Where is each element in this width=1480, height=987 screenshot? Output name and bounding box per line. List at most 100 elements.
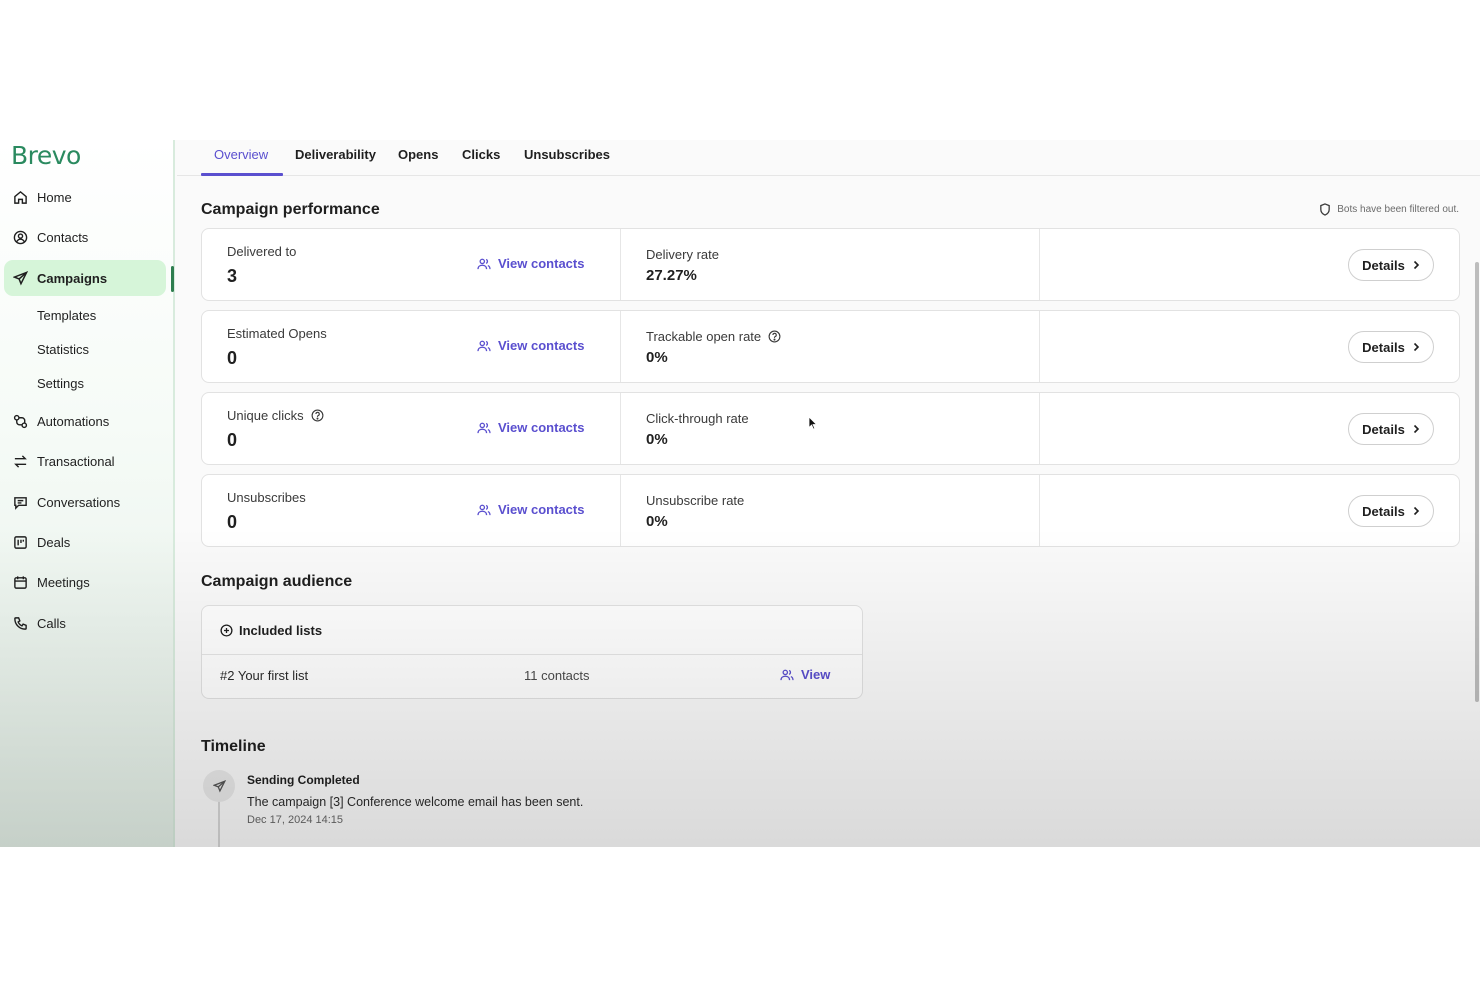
sidebar-subitem-settings[interactable]: Settings	[37, 376, 84, 391]
metric-label: Unsubscribes	[227, 490, 306, 505]
sidebar-subitem-templates[interactable]: Templates	[37, 308, 96, 323]
automations-icon	[12, 413, 29, 430]
contacts-icon	[12, 229, 29, 246]
sidebar-item-label: Calls	[37, 615, 66, 631]
details-button[interactable]: Details	[1348, 413, 1434, 445]
view-contacts-link[interactable]: View contacts	[477, 256, 584, 271]
timeline-line	[218, 800, 220, 847]
chevron-right-icon	[1413, 260, 1420, 270]
rate-label: Unsubscribe rate	[646, 493, 745, 508]
calendar-icon	[12, 574, 29, 591]
deals-icon	[12, 534, 29, 551]
sidebar-item-transactional[interactable]: Transactional	[4, 443, 166, 479]
users-icon	[477, 422, 491, 434]
plus-circle-icon	[220, 623, 233, 637]
sidebar: Brevo Home Contacts Campaigns Templates …	[0, 140, 175, 847]
sidebar-item-label: Home	[37, 189, 72, 205]
shield-icon	[1319, 203, 1331, 216]
sidebar-item-calls[interactable]: Calls	[4, 605, 166, 641]
chevron-right-icon	[1413, 342, 1420, 352]
list-count: 11 contacts	[524, 668, 590, 683]
tab-overview[interactable]: Overview	[214, 147, 268, 162]
sidebar-item-label: Transactional	[37, 453, 115, 469]
campaign-performance-title: Campaign performance	[201, 201, 380, 218]
list-item: #2 Your first list 11 contacts View	[202, 655, 862, 698]
sidebar-item-label: Contacts	[37, 229, 89, 245]
column-divider	[1039, 393, 1040, 464]
campaign-audience-title: Campaign audience	[201, 573, 353, 590]
rate-value: 0%	[646, 513, 668, 530]
view-contacts-link[interactable]: View contacts	[477, 420, 584, 435]
users-icon	[477, 504, 491, 516]
metric-label: Estimated Opens	[227, 326, 327, 341]
home-icon	[12, 189, 29, 206]
rate-label: Delivery rate	[646, 247, 719, 262]
sidebar-item-conversations[interactable]: Conversations	[4, 484, 166, 520]
performance-card-delivered: Delivered to 3 View contacts Delivery ra…	[201, 228, 1460, 301]
column-divider	[620, 393, 621, 464]
view-contacts-link[interactable]: View contacts	[477, 502, 584, 517]
rate-value: 0%	[646, 349, 668, 366]
sidebar-item-meetings[interactable]: Meetings	[4, 564, 166, 600]
active-tab-underline	[201, 173, 283, 176]
sidebar-item-deals[interactable]: Deals	[4, 524, 166, 560]
users-icon	[477, 340, 491, 352]
metric-label: Unique clicks	[227, 408, 324, 423]
transactional-icon	[12, 453, 29, 470]
details-button[interactable]: Details	[1348, 249, 1434, 281]
tab-opens[interactable]: Opens	[398, 147, 438, 162]
column-divider	[620, 311, 621, 382]
details-button[interactable]: Details	[1348, 495, 1434, 527]
rate-value: 27.27%	[646, 267, 697, 284]
bots-filtered-note: Bots have been filtered out.	[1319, 203, 1459, 216]
chevron-right-icon	[1413, 424, 1420, 434]
bots-note-text: Bots have been filtered out.	[1337, 204, 1459, 215]
metric-value: 0	[227, 348, 238, 368]
tab-clicks[interactable]: Clicks	[462, 147, 500, 162]
timeline-event-text: The campaign [3] Conference welcome emai…	[247, 795, 584, 809]
sidebar-item-label: Automations	[37, 413, 110, 429]
users-icon	[477, 258, 491, 270]
rate-label: Click-through rate	[646, 411, 749, 426]
performance-card-unsubscribes: Unsubscribes 0 View contacts Unsubscribe…	[201, 474, 1460, 547]
chevron-right-icon	[1413, 506, 1420, 516]
help-icon[interactable]	[768, 330, 781, 343]
scrollbar[interactable]	[1475, 262, 1479, 702]
audience-card: Included lists #2 Your first list 11 con…	[201, 605, 863, 699]
details-button[interactable]: Details	[1348, 331, 1434, 363]
view-list-link[interactable]: View	[780, 667, 830, 682]
included-lists-header: Included lists	[202, 606, 862, 655]
tab-deliverability[interactable]: Deliverability	[295, 147, 376, 162]
sidebar-item-automations[interactable]: Automations	[4, 403, 166, 439]
metric-label: Delivered to	[227, 244, 297, 259]
sidebar-item-label: Campaigns	[37, 270, 108, 286]
column-divider	[1039, 475, 1040, 546]
help-icon[interactable]	[311, 409, 324, 422]
send-icon	[12, 270, 29, 287]
sidebar-item-label: Conversations	[37, 494, 121, 510]
users-icon	[780, 669, 794, 681]
sidebar-item-label: Deals	[37, 534, 71, 550]
view-contacts-link[interactable]: View contacts	[477, 338, 584, 353]
tab-unsubscribes[interactable]: Unsubscribes	[524, 147, 610, 162]
timeline-title: Timeline	[201, 738, 266, 755]
performance-card-opens: Estimated Opens 0 View contacts Trackabl…	[201, 310, 1460, 383]
app-window: Brevo Home Contacts Campaigns Templates …	[0, 140, 1480, 847]
timeline-event-title: Sending Completed	[247, 773, 360, 787]
brevo-logo[interactable]: Brevo	[11, 141, 81, 170]
send-icon	[203, 770, 235, 802]
list-name: #2 Your first list	[220, 668, 309, 683]
metric-value: 3	[227, 266, 238, 286]
sidebar-item-campaigns[interactable]: Campaigns	[4, 260, 166, 296]
sidebar-item-contacts[interactable]: Contacts	[4, 219, 166, 255]
metric-value: 0	[227, 512, 238, 532]
tab-bar: Overview Deliverability Opens Clicks Uns…	[177, 140, 1480, 176]
sidebar-item-home[interactable]: Home	[4, 179, 166, 215]
column-divider	[620, 229, 621, 300]
column-divider	[1039, 229, 1040, 300]
sidebar-subitem-statistics[interactable]: Statistics	[37, 342, 89, 357]
timeline-event-date: Dec 17, 2024 14:15	[247, 814, 344, 826]
main-content: Overview Deliverability Opens Clicks Uns…	[177, 140, 1480, 847]
active-indicator	[171, 266, 174, 292]
performance-card-clicks: Unique clicks 0 View contacts Click-thro…	[201, 392, 1460, 465]
